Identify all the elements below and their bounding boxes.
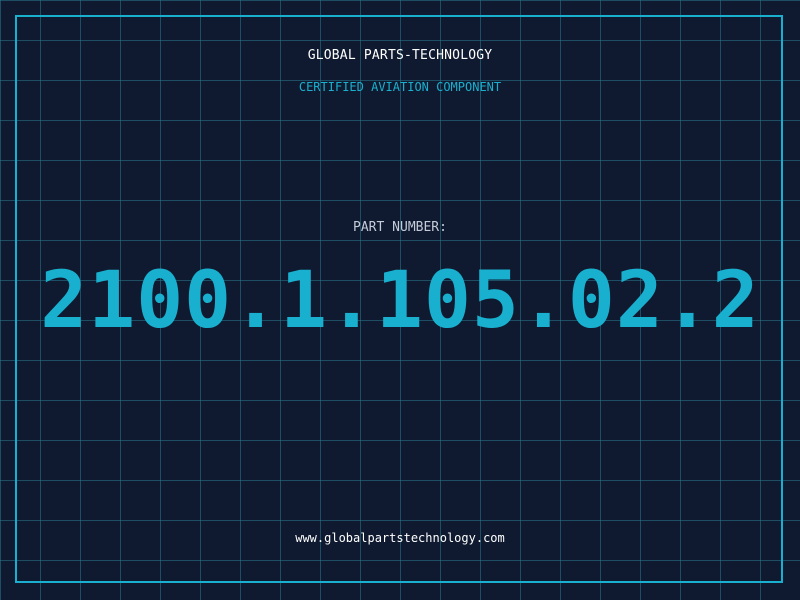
website-url: www.globalpartstechnology.com <box>295 531 505 545</box>
company-name: GLOBAL PARTS-TECHNOLOGY <box>307 48 493 63</box>
certification-tagline: CERTIFIED AVIATION COMPONENT <box>298 80 502 94</box>
part-number-value: 2100.1.105.02.2 <box>40 256 760 346</box>
part-number-label: PART NUMBER: <box>353 220 447 235</box>
